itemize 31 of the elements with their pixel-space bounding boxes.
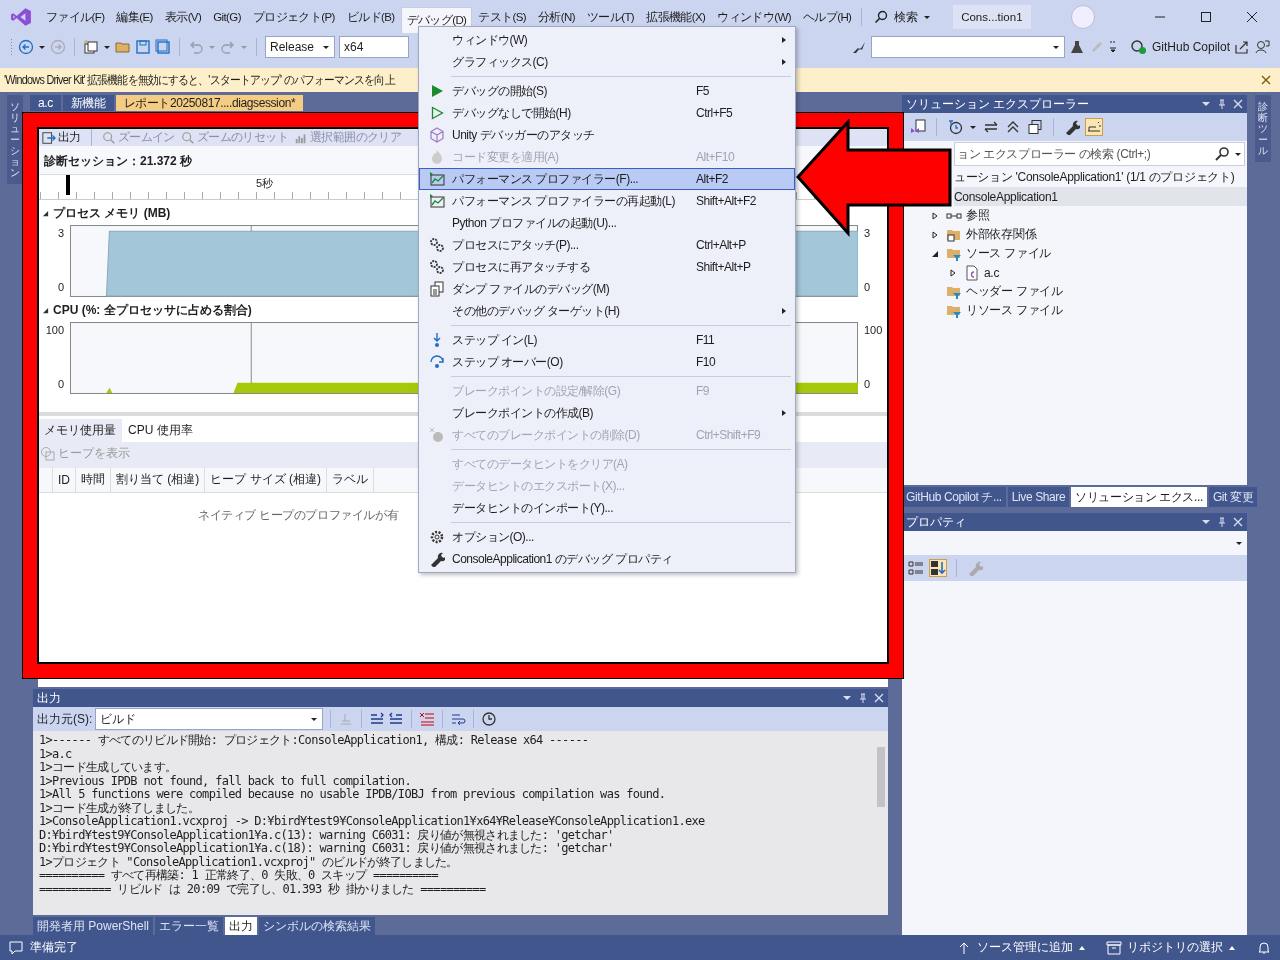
ruler-label: 5秒	[256, 176, 274, 191]
solution-name: Cons...tion1	[953, 5, 1031, 29]
axis-label: 0	[57, 281, 64, 293]
panel-title: 出力	[37, 689, 61, 707]
chart-title: プロセス メモリ (MB)	[53, 205, 171, 222]
panel-title: ソリューション エクスプローラー	[906, 95, 1090, 113]
axis-label: 0	[57, 378, 64, 390]
output-line: 1>Previous IPDB not found, fall back to full compilation.	[39, 774, 412, 788]
output-line: 1>コード生成しています。	[39, 761, 178, 775]
output-line: 1>プロジェクト "ConsoleApplication1.vcxproj" のビルドが終了しました。	[39, 855, 459, 869]
output-line: 1>コード生成が終了しました。	[39, 801, 199, 815]
output-line: 1>------ すべてのリビルド開始: プロジェクト:ConsoleApplication1, 構成: Release x64 ------	[39, 734, 590, 748]
axis-label: 3	[864, 227, 871, 239]
axis-label: 3	[57, 227, 64, 239]
output-line: 1>ConsoleApplication1.vcxproj -> D:¥bird¥test9¥ConsoleApplication1¥x64¥Release¥ConsoleApplication1.exe	[39, 815, 706, 829]
output-line: 1>All 5 functions were compiled because no usable IPDB/IOBJ from previous compilation was found.	[39, 788, 667, 802]
panel-title: プロパティ	[906, 513, 966, 531]
source-label: 出力元(S):	[37, 710, 93, 728]
status-message: 準備完了	[30, 939, 78, 956]
axis-label: 100	[45, 324, 64, 336]
output-line: ========== すべて再構築: 1 正常終了、0 失敗、0 スキップ ==========	[39, 869, 439, 883]
axis-label: 0	[864, 281, 871, 293]
info-message: 'Windows Driver Kit' 拡張機能を無効にすると、'スタートアップ' のパフォーマンスを向上	[4, 71, 395, 89]
output-line: 1>a.c	[39, 747, 73, 761]
axis-label: 100	[864, 324, 883, 336]
chart-title: CPU (%: 全プロセッサに占める割合)	[53, 302, 252, 319]
axis-label: 0	[864, 378, 871, 390]
empty-message: ネイティブ ヒープのプロファイルが有	[198, 506, 399, 524]
output-line: D:¥bird¥test9¥ConsoleApplication1¥a.c(13): warning C6031: 戻り値が無視されました: 'getchar'	[39, 828, 614, 842]
output-line: =========== リビルド は 20:09 で完了し、01.393 秒 掛かりました ==========	[39, 882, 487, 896]
output-line: D:¥bird¥test9¥ConsoleApplication1¥a.c(18): warning C6031: 戻り値が無視されました: 'getchar'	[39, 842, 615, 856]
